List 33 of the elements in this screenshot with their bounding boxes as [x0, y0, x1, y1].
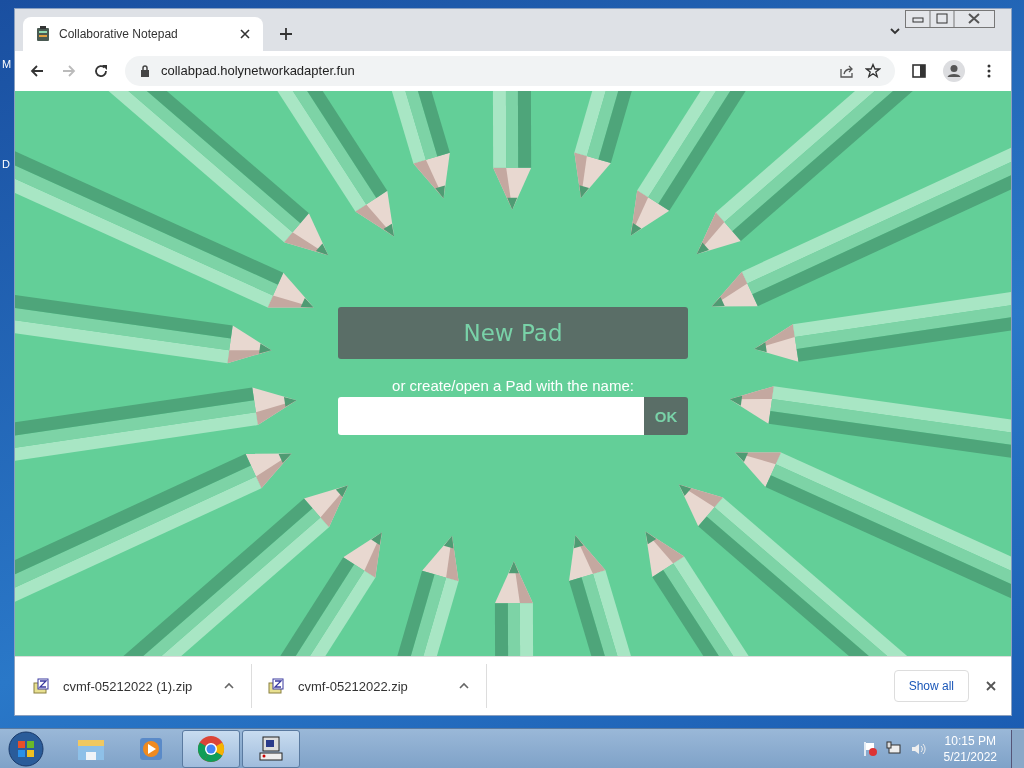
zip-file-icon	[268, 678, 284, 694]
download-filename: cvmf-05212022.zip	[298, 678, 409, 694]
close-icon[interactable]	[985, 680, 997, 692]
download-item[interactable]: cvmf-05212022.zip	[268, 678, 486, 694]
close-icon[interactable]	[239, 27, 251, 40]
window-controls[interactable]	[905, 10, 995, 28]
profile-avatar-icon[interactable]	[943, 59, 965, 82]
address-bar[interactable]: collabpad.holynetworkadapter.fun	[125, 55, 895, 86]
back-arrow-icon[interactable]	[29, 62, 45, 79]
notepad-icon	[35, 25, 51, 42]
lock-icon	[139, 64, 151, 77]
side-panel-icon[interactable]	[911, 62, 927, 79]
zip-file-icon	[33, 678, 49, 694]
flag-warning-icon[interactable]	[861, 740, 878, 757]
pad-name-field[interactable]	[338, 397, 644, 436]
download-filename: cvmf-05212022 (1).zip	[63, 678, 194, 694]
show-all-button[interactable]: Show all	[893, 670, 969, 702]
chrome-icon	[196, 733, 226, 764]
reload-icon[interactable]	[93, 62, 109, 79]
show-desktop-button[interactable]	[1011, 729, 1024, 768]
start-orb-icon[interactable]	[8, 730, 44, 767]
taskbar-app-button[interactable]	[242, 729, 300, 768]
desktop-icon-label: M	[2, 58, 12, 70]
new-tab-icon[interactable]	[279, 26, 293, 41]
pad-name-prompt: or create/open a Pad with the name:	[392, 377, 634, 395]
download-item[interactable]: cvmf-05212022 (1).zip	[33, 678, 251, 694]
network-icon[interactable]	[885, 740, 902, 757]
url-text: collabpad.holynetworkadapter.fun	[161, 63, 355, 79]
browser-tab[interactable]: Collaborative Notepad	[23, 16, 263, 51]
tab-title: Collaborative Notepad	[59, 26, 179, 41]
desktop-icon-label: D	[2, 158, 11, 170]
star-icon[interactable]	[865, 62, 881, 79]
computer-icon	[256, 733, 286, 764]
